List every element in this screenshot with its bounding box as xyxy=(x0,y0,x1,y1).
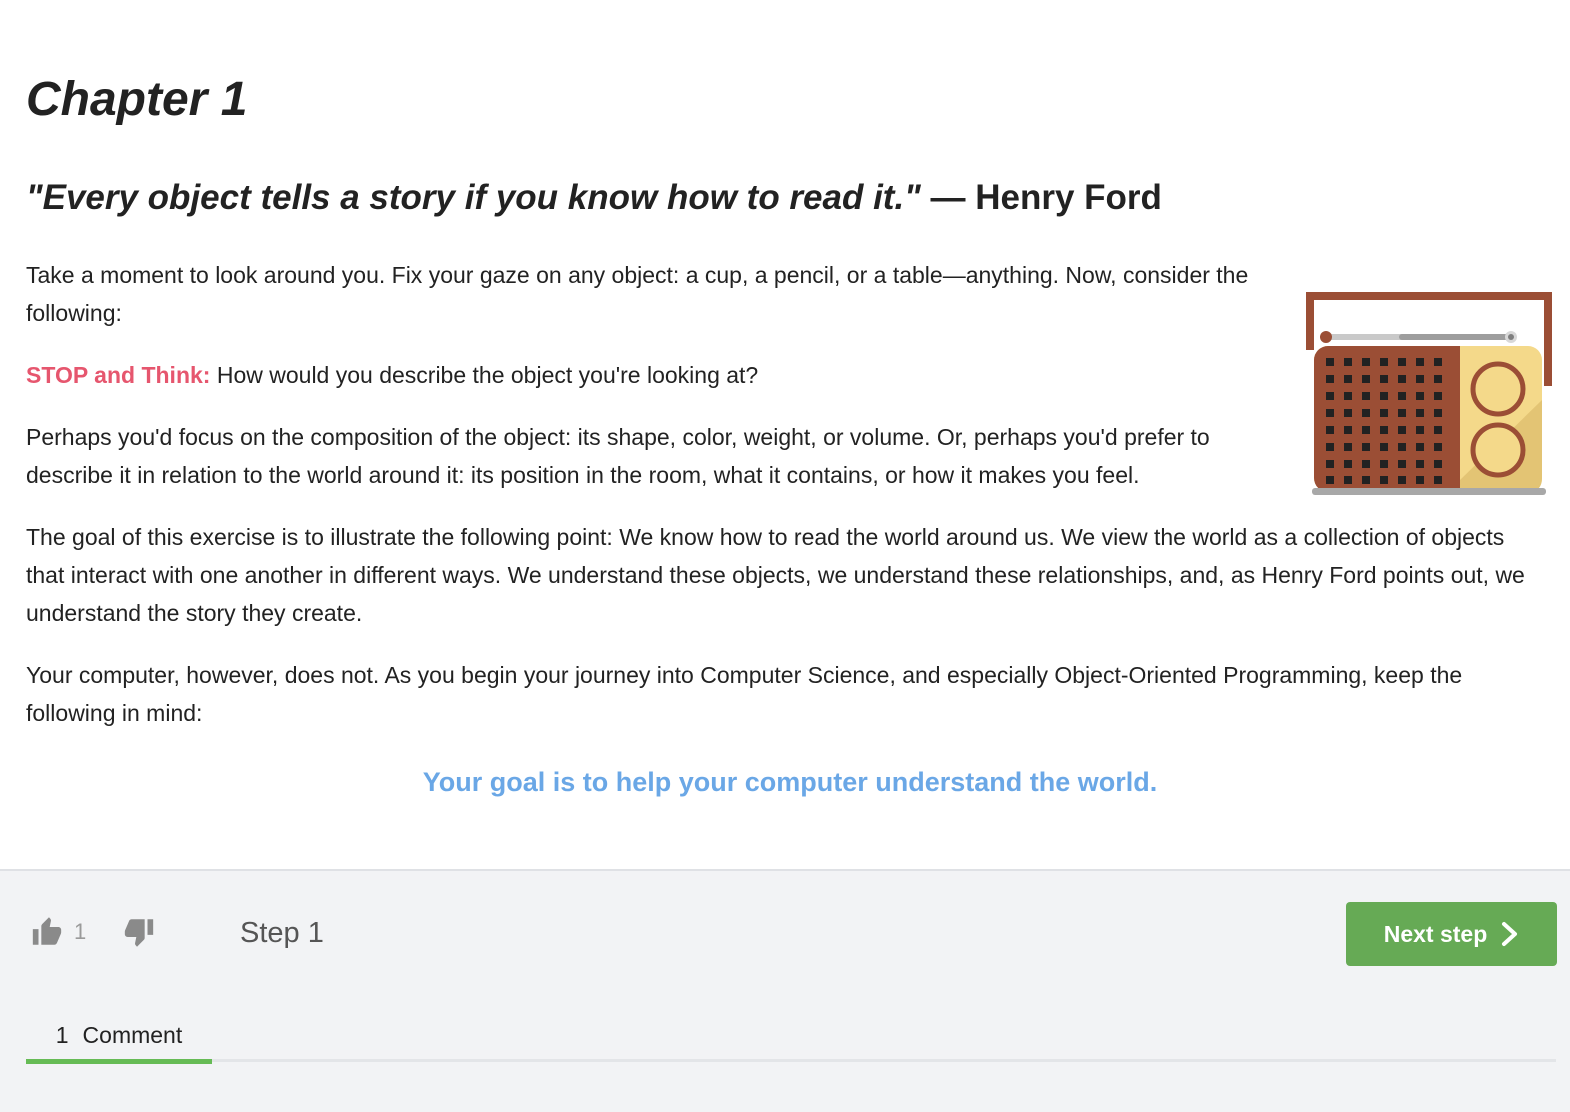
stop-label: STOP and Think: xyxy=(26,362,211,388)
next-step-button[interactable]: Next step xyxy=(1346,902,1557,966)
step-footer: 1 Step 1 Next step 1 Comment xyxy=(0,869,1570,1112)
composition-paragraph: Perhaps you'd focus on the composition o… xyxy=(26,424,1210,488)
quote-text: "Every object tells a story if you know … xyxy=(26,178,921,217)
next-step-label: Next step xyxy=(1383,920,1488,947)
chapter-title: Chapter 1 xyxy=(26,73,248,126)
goal-paragraph: The goal of this exercise is to illustra… xyxy=(26,524,1525,626)
lesson-content: Chapter 1 "Every object tells a story if… xyxy=(0,0,1570,869)
like-count: 1 xyxy=(74,919,87,944)
comments-tab-label: Comment xyxy=(82,1021,183,1048)
intro-paragraph: Take a moment to look around you. Fix yo… xyxy=(26,262,1249,326)
lesson-page: Chapter 1 "Every object tells a story if… xyxy=(0,0,1570,1112)
stop-question: How would you describe the object you're… xyxy=(210,362,759,388)
thumbs-up-icon xyxy=(32,917,62,945)
stop-and-think: STOP and Think: How would you describe t… xyxy=(26,356,1266,394)
quote-heading: "Every object tells a story if you know … xyxy=(26,172,1162,224)
radio-illustration xyxy=(1306,292,1552,495)
comments-count: 1 xyxy=(55,1021,69,1048)
chevron-right-icon xyxy=(1502,922,1518,946)
computer-paragraph: Your computer, however, does not. As you… xyxy=(26,662,1463,726)
tab-comments[interactable]: 1 Comment xyxy=(26,1011,212,1064)
goal-callout: Your goal is to help your computer under… xyxy=(422,767,1158,797)
discussion-tabs: 1 Comment xyxy=(26,1011,1556,1064)
dislike-button[interactable] xyxy=(122,915,156,949)
thumbs-down-icon xyxy=(124,919,154,947)
step-label: Step 1 xyxy=(240,917,324,949)
like-button[interactable]: 1 xyxy=(30,915,86,949)
quote-author: — Henry Ford xyxy=(920,178,1162,217)
